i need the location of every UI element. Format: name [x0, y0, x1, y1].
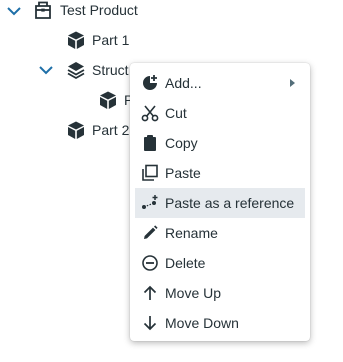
arrow-down-icon [143, 316, 157, 331]
menu-item-copy[interactable]: Copy [135, 128, 305, 158]
menu-item-paste-as-reference[interactable]: Paste as a reference [135, 188, 305, 218]
submenu-arrow-icon [290, 79, 295, 87]
arrow-up-icon [143, 285, 157, 300]
clipboard-icon [144, 135, 156, 151]
menu-item-label: Paste [165, 165, 201, 181]
minus-circle-icon [142, 255, 158, 271]
context-menu: Add... Cut Copy Paste Paste as a referen… [130, 63, 310, 341]
menu-item-label: Move Down [165, 315, 239, 331]
menu-item-label: Rename [165, 225, 218, 241]
menu-item-move-up[interactable]: Move Up [135, 278, 305, 308]
part-cube-icon [68, 31, 84, 49]
product-icon [35, 1, 51, 19]
menu-item-label: Cut [165, 105, 187, 121]
menu-item-label: Add... [165, 75, 202, 91]
chevron-down-icon[interactable] [37, 61, 55, 79]
menu-item-label: Copy [165, 135, 198, 151]
add-shape-icon [143, 75, 157, 90]
menu-item-paste[interactable]: Paste [135, 158, 305, 188]
pencil-icon [144, 225, 158, 239]
paste-reference-icon [142, 195, 158, 209]
part-cube-icon [100, 91, 116, 109]
tree-node-label: Test Product [60, 2, 138, 18]
menu-item-label: Paste as a reference [165, 195, 295, 211]
assembly-layers-icon [67, 62, 85, 80]
tree-node-label: Part 1 [92, 32, 130, 48]
tree-node-label: Struct [92, 62, 129, 78]
menu-item-delete[interactable]: Delete [135, 248, 305, 278]
part-cube-icon [68, 121, 84, 139]
scissors-icon [141, 105, 159, 122]
tree-node-label: Part 2 [92, 122, 130, 138]
menu-item-cut[interactable]: Cut [135, 98, 305, 128]
menu-item-move-down[interactable]: Move Down [135, 308, 305, 338]
menu-item-add[interactable]: Add... [135, 68, 305, 98]
chevron-down-icon[interactable] [5, 2, 23, 20]
menu-item-label: Move Up [165, 285, 222, 301]
menu-item-rename[interactable]: Rename [135, 218, 305, 248]
menu-item-label: Delete [165, 255, 206, 271]
paste-icon [142, 164, 158, 181]
